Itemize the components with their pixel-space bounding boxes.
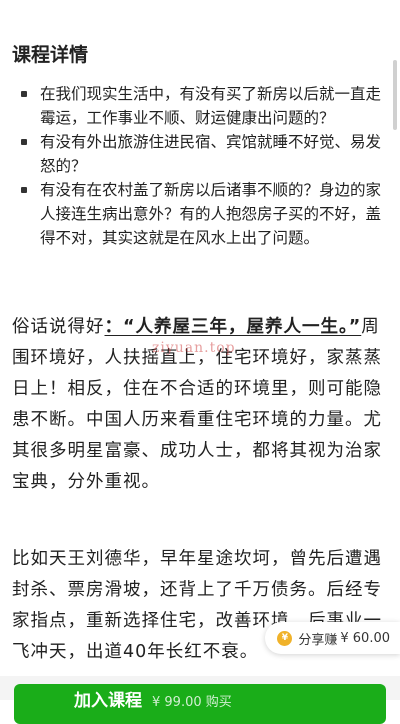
paragraph-saying: 俗话说得好：“人养屋三年，屋养人一生。”周围环境好，人扶摇直上，住宅环境好，家蒸…	[12, 312, 392, 498]
bullet-text: 有没有外出旅游住进民宿、宾馆就睡不好觉、易发怒的？	[40, 133, 382, 175]
saying-quote: ：“人养屋三年，屋养人一生。”	[104, 317, 362, 337]
bullet-dot-icon	[21, 187, 27, 193]
saying-prefix: 俗话说得好	[12, 317, 105, 337]
bullet-item: 有没有外出旅游住进民宿、宾馆就睡不好觉、易发怒的？	[0, 130, 400, 178]
share-label: 分享赚	[298, 632, 338, 648]
share-earn-button[interactable]: ¥ 分享赚 ¥ 60.00	[265, 622, 400, 654]
share-price: ¥ 60.00	[340, 630, 390, 646]
bullet-text: 在我们现实生活中，有没有买了新房以后就一直走霉运，工作事业不顺、财运健康出问题的…	[40, 85, 382, 127]
bullet-dot-icon	[21, 91, 27, 97]
section-title: 课程详情	[12, 44, 89, 66]
join-sub-label: ¥ 99.00 购买	[152, 695, 232, 710]
saying-body: 周围环境好，人扶摇直上，住宅环境好，家蒸蒸日上！相反，住在不合适的环境里，则可能…	[12, 317, 382, 492]
bullet-list: 在我们现实生活中，有没有买了新房以后就一直走霉运，工作事业不顺、财运健康出问题的…	[0, 82, 400, 250]
bullet-item: 有没有在农村盖了新房以后诸事不顺的？身边的家人接连生病出意外？有的人抱怨房子买的…	[0, 178, 400, 250]
bullet-item: 在我们现实生活中，有没有买了新房以后就一直走霉运，工作事业不顺、财运健康出问题的…	[0, 82, 400, 130]
bullet-dot-icon	[21, 139, 27, 145]
join-course-button[interactable]: 加入课程 ¥ 99.00 购买	[14, 684, 386, 724]
join-label: 加入课程	[74, 691, 142, 711]
coin-icon: ¥	[277, 630, 293, 646]
bullet-text: 有没有在农村盖了新房以后诸事不顺的？身边的家人接连生病出意外？有的人抱怨房子买的…	[40, 181, 382, 247]
scrollbar[interactable]	[393, 60, 397, 130]
